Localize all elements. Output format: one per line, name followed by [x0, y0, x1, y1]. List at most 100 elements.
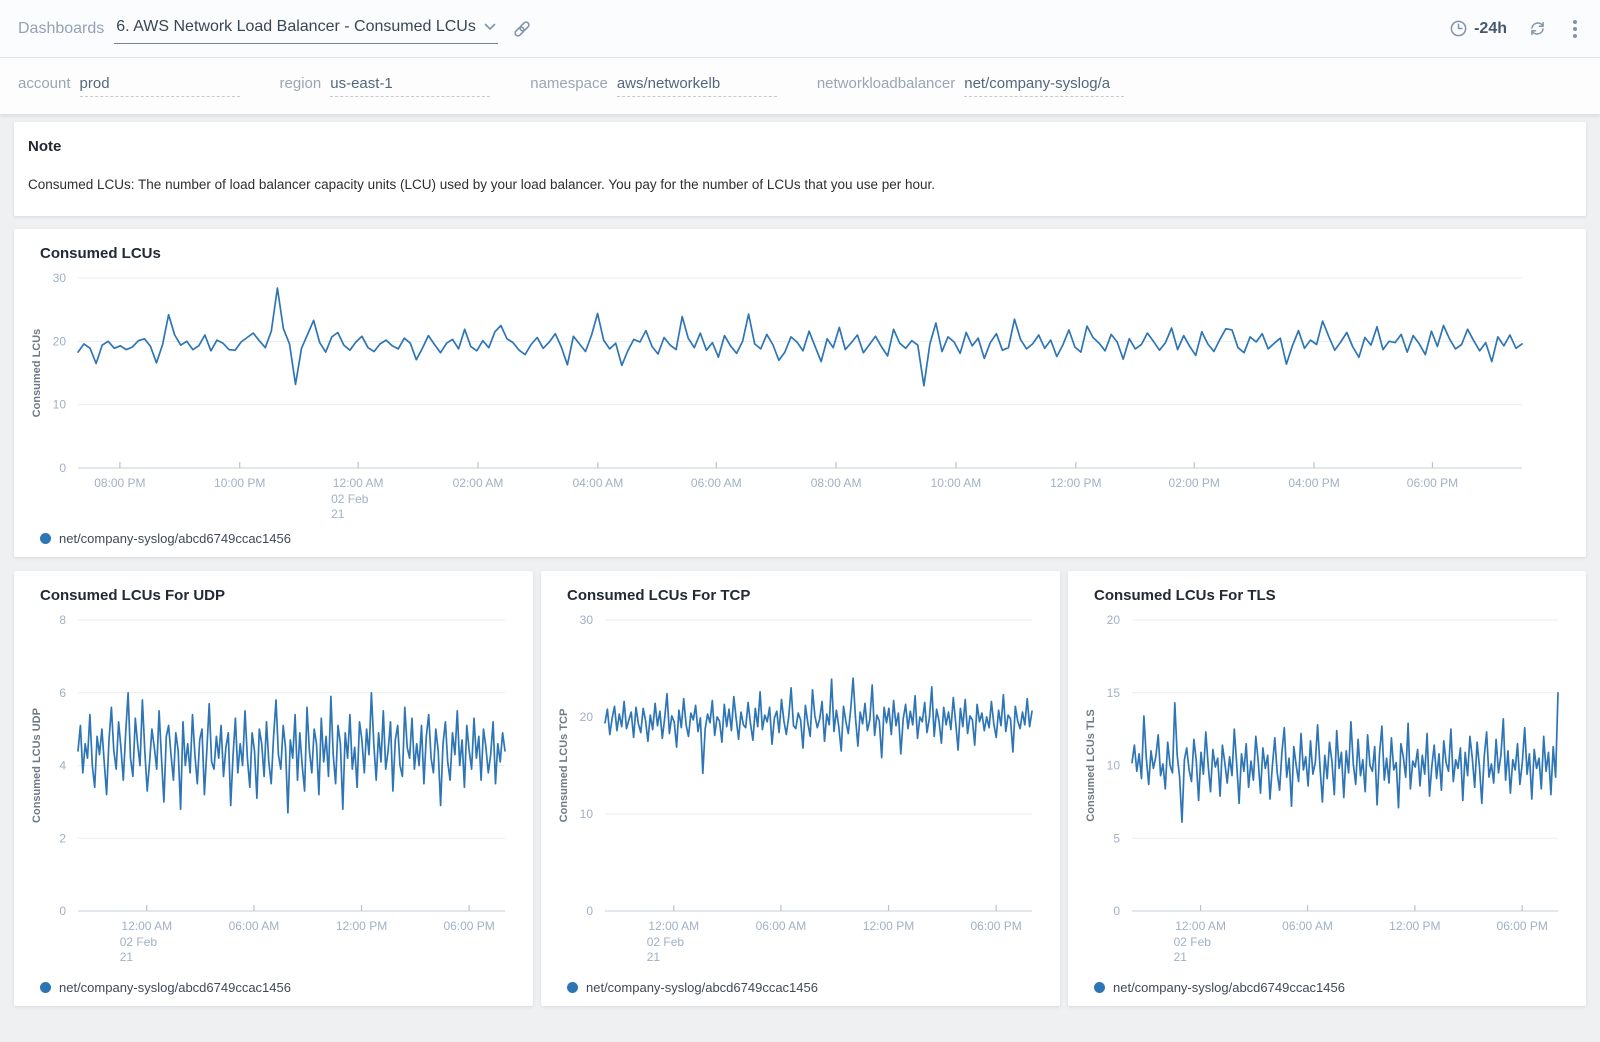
filter-namespace: namespace aws/networkelb: [530, 75, 777, 97]
filter-region-value[interactable]: us-east-1: [330, 75, 490, 97]
page-title: 6. AWS Network Load Balancer - Consumed …: [116, 18, 476, 36]
svg-text:21: 21: [120, 950, 134, 964]
time-range-value: -24h: [1474, 20, 1507, 38]
svg-text:0: 0: [586, 904, 593, 918]
svg-text:06:00 AM: 06:00 AM: [756, 919, 807, 933]
time-range-selector[interactable]: -24h: [1449, 19, 1507, 38]
svg-text:0: 0: [59, 461, 66, 475]
svg-text:10:00 AM: 10:00 AM: [931, 476, 982, 490]
svg-text:8: 8: [59, 613, 66, 627]
svg-text:12:00 PM: 12:00 PM: [1050, 476, 1101, 490]
chart-legend-item[interactable]: net/company-syslog/abcd6749ccac1456: [1080, 978, 1574, 1001]
consumed-lcus-tls-line-chart[interactable]: 0510152012:00 AM02 Feb2106:00 AM12:00 PM…: [1080, 606, 1574, 978]
svg-text:21: 21: [647, 950, 661, 964]
legend-dot-icon: [40, 982, 51, 993]
svg-text:21: 21: [1174, 950, 1188, 964]
svg-text:06:00 PM: 06:00 PM: [1497, 919, 1548, 933]
svg-text:20: 20: [53, 334, 67, 348]
filter-bar: account prod region us-east-1 namespace …: [0, 58, 1600, 114]
legend-dot-icon: [40, 533, 51, 544]
svg-text:12:00 AM: 12:00 AM: [1175, 919, 1226, 933]
legend-label: net/company-syslog/abcd6749ccac1456: [59, 980, 291, 995]
refresh-icon: [1527, 18, 1548, 39]
svg-text:20: 20: [1107, 613, 1121, 627]
svg-text:06:00 PM: 06:00 PM: [443, 919, 494, 933]
svg-text:12:00 AM: 12:00 AM: [121, 919, 172, 933]
legend-label: net/company-syslog/abcd6749ccac1456: [59, 531, 291, 546]
filter-region: region us-east-1: [280, 75, 491, 97]
svg-text:06:00 AM: 06:00 AM: [691, 476, 742, 490]
breadcrumb-dashboards[interactable]: Dashboards: [18, 20, 104, 38]
filter-label: namespace: [530, 75, 608, 92]
refresh-button[interactable]: [1523, 14, 1552, 43]
share-link-button[interactable]: [508, 15, 536, 43]
breadcrumb: Dashboards 6. AWS Network Load Balancer …: [18, 14, 536, 44]
chart-legend-item[interactable]: net/company-syslog/abcd6749ccac1456: [26, 529, 1574, 552]
filter-account-value[interactable]: prod: [80, 75, 240, 97]
svg-text:4: 4: [59, 759, 66, 773]
svg-text:02 Feb: 02 Feb: [331, 492, 369, 506]
svg-text:12:00 PM: 12:00 PM: [863, 919, 914, 933]
chart-title: Consumed LCUs For TCP: [553, 583, 1048, 606]
chart-panel-udp: Consumed LCUs For UDP 0 2 4 6 8 12:00 AM 02 Fe…: [14, 571, 533, 1006]
svg-text:12:00 PM: 12:00 PM: [336, 919, 387, 933]
svg-text:10: 10: [1107, 759, 1121, 773]
clock-icon: [1449, 19, 1468, 38]
svg-text:08:00 AM: 08:00 AM: [811, 476, 862, 490]
filter-networkloadbalancer-value[interactable]: net/company-syslog/a: [964, 75, 1124, 97]
chart-legend-item[interactable]: net/company-syslog/abcd6749ccac1456: [553, 978, 1048, 1001]
svg-text:02 Feb: 02 Feb: [120, 935, 158, 949]
svg-text:06:00 PM: 06:00 PM: [970, 919, 1021, 933]
legend-dot-icon: [1094, 982, 1105, 993]
more-options-button[interactable]: [1568, 15, 1582, 43]
top-bar-actions: -24h: [1449, 14, 1582, 43]
svg-text:2: 2: [59, 831, 66, 845]
chart-panel-consumed-lcus: Consumed LCUs 010203008:00 PM10:00 PM12:…: [14, 229, 1586, 557]
chart-title: Consumed LCUs: [26, 241, 1574, 264]
svg-text:Consumed LCUs TLS: Consumed LCUs TLS: [1085, 709, 1097, 821]
svg-text:06:00 AM: 06:00 AM: [1282, 919, 1333, 933]
chart-legend-item[interactable]: net/company-syslog/abcd6749ccac1456: [26, 978, 521, 1001]
filter-networkloadbalancer: networkloadbalancer net/company-syslog/a: [817, 75, 1124, 97]
svg-text:Consumed LCUs UDP: Consumed LCUs UDP: [31, 708, 43, 823]
svg-text:0: 0: [1113, 904, 1120, 918]
svg-text:20: 20: [580, 710, 594, 724]
dashboard-title-dropdown[interactable]: 6. AWS Network Load Balancer - Consumed …: [114, 14, 498, 44]
filter-label: region: [280, 75, 322, 92]
chevron-down-icon: [484, 23, 496, 31]
consumed-lcus-udp-line-chart[interactable]: 0246812:00 AM02 Feb2106:00 AM12:00 PM06:…: [26, 606, 521, 978]
chart-title: Consumed LCUs For UDP: [26, 583, 521, 606]
svg-text:02:00 PM: 02:00 PM: [1169, 476, 1220, 490]
svg-text:08:00 PM: 08:00 PM: [94, 476, 145, 490]
filter-namespace-value[interactable]: aws/networkelb: [617, 75, 777, 97]
consumed-lcus-tcp-line-chart[interactable]: 0 10 20 30 12:00 AM 02 Feb21 06:00 AM 12:00 PM 0…: [553, 606, 1048, 978]
svg-text:Consumed LCUs: Consumed LCUs: [31, 329, 43, 418]
chart-panel-tls: Consumed LCUs For TLS 0510152012:00 AM02…: [1068, 571, 1586, 1006]
note-panel: Note Consumed LCUs: The number of load b…: [14, 122, 1586, 216]
svg-text:5: 5: [1113, 831, 1120, 845]
svg-text:04:00 AM: 04:00 AM: [572, 476, 623, 490]
note-title: Note: [28, 138, 1572, 155]
filter-label: networkloadbalancer: [817, 75, 955, 92]
svg-text:04:00 PM: 04:00 PM: [1288, 476, 1339, 490]
svg-text:10: 10: [53, 398, 67, 412]
svg-text:0: 0: [59, 904, 66, 918]
note-body: Consumed LCUs: The number of load balanc…: [28, 177, 1572, 192]
svg-text:12:00 PM: 12:00 PM: [1389, 919, 1440, 933]
svg-text:06:00 PM: 06:00 PM: [1407, 476, 1458, 490]
consumed-lcus-line-chart[interactable]: 010203008:00 PM10:00 PM12:00 AM02 Feb210…: [26, 264, 1574, 529]
svg-text:15: 15: [1107, 686, 1121, 700]
svg-text:30: 30: [580, 613, 594, 627]
legend-dot-icon: [567, 982, 578, 993]
svg-text:12:00 AM: 12:00 AM: [648, 919, 699, 933]
link-icon: [512, 19, 532, 39]
legend-label: net/company-syslog/abcd6749ccac1456: [1113, 980, 1345, 995]
svg-text:21: 21: [331, 507, 345, 521]
charts-row: Consumed LCUs For UDP 0 2 4 6 8 12:00 AM 02 Fe…: [14, 571, 1586, 1006]
chart-title: Consumed LCUs For TLS: [1080, 583, 1574, 606]
svg-text:02:00 AM: 02:00 AM: [453, 476, 504, 490]
svg-text:10: 10: [580, 807, 594, 821]
svg-text:02 Feb: 02 Feb: [647, 935, 685, 949]
filter-account: account prod: [18, 75, 240, 97]
svg-text:6: 6: [59, 686, 66, 700]
